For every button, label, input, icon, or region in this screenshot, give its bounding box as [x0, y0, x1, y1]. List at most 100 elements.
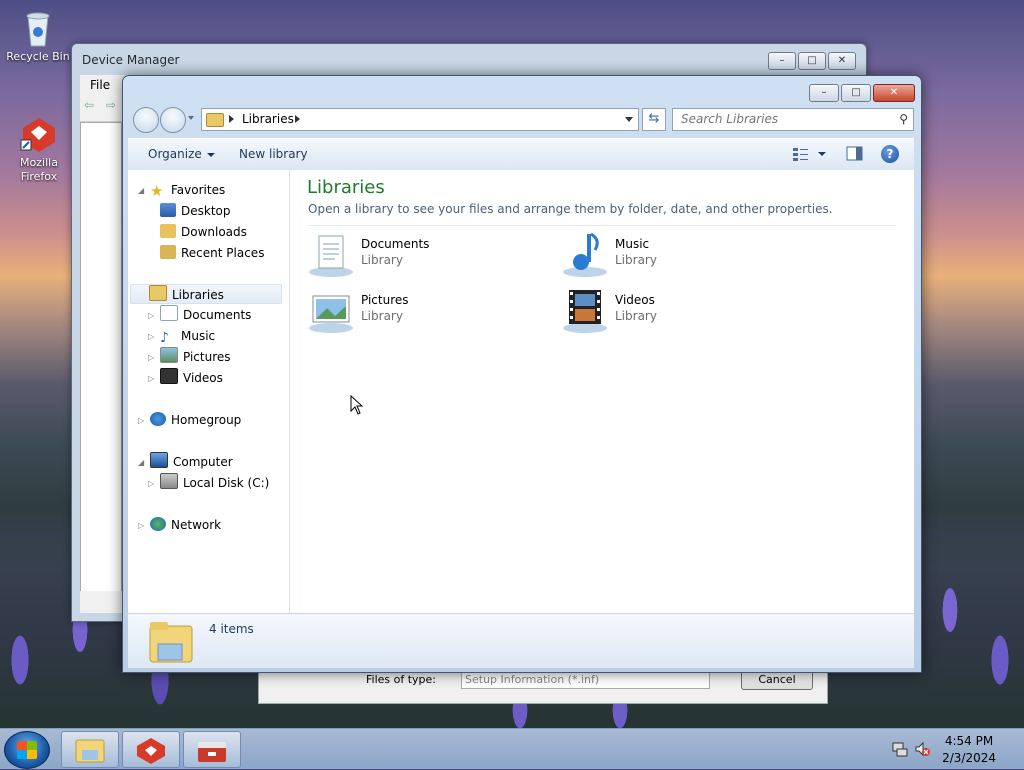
- taskbar-firefox[interactable]: [122, 731, 180, 768]
- nav-videos[interactable]: Videos: [160, 368, 223, 388]
- close-button[interactable]: ✕: [828, 52, 856, 70]
- nav-network[interactable]: Network: [150, 515, 221, 535]
- back-button[interactable]: [133, 107, 159, 133]
- nav-homegroup[interactable]: Homegroup: [150, 410, 241, 430]
- desktop-icon-firefox[interactable]: Mozilla Firefox: [4, 114, 74, 184]
- organize-caret-icon: [206, 152, 215, 157]
- nav-music[interactable]: ♪ Music: [160, 326, 215, 346]
- nav-libraries-label: Libraries: [172, 288, 224, 302]
- volume-muted-icon[interactable]: [914, 741, 930, 760]
- documents-library-icon: [307, 230, 355, 278]
- network-icon: [150, 517, 166, 531]
- chevron-right-icon[interactable]: [295, 115, 300, 123]
- chevron-right-icon[interactable]: [229, 115, 234, 123]
- minimize-button[interactable]: –: [809, 84, 839, 102]
- device-manager-title: Device Manager: [82, 53, 180, 67]
- collapse-arrow-icon[interactable]: ▷: [148, 374, 154, 383]
- forward-arrow-icon[interactable]: ⇨: [106, 98, 116, 112]
- help-icon[interactable]: ?: [881, 145, 899, 163]
- firefox-icon: [137, 738, 165, 764]
- cancel-button[interactable]: Cancel: [741, 670, 813, 690]
- recycle-bin-label: Recycle Bin: [6, 50, 70, 63]
- libraries-icon: [149, 285, 167, 301]
- minimize-button[interactable]: –: [768, 52, 796, 70]
- new-library-button[interactable]: New library: [239, 147, 308, 161]
- change-view-icon[interactable]: [792, 145, 810, 163]
- desktop-icon-recycle-bin[interactable]: Recycle Bin: [4, 8, 72, 64]
- collapse-arrow-icon[interactable]: ▷: [138, 521, 144, 530]
- close-button[interactable]: ✕: [873, 84, 915, 102]
- nav-pictures[interactable]: Pictures: [160, 347, 231, 367]
- recycle-bin-icon: [18, 8, 58, 48]
- collapse-arrow-icon[interactable]: ▷: [138, 416, 144, 425]
- network-status-icon[interactable]: [892, 741, 908, 760]
- refresh-button[interactable]: ⇆: [642, 108, 666, 131]
- nav-downloads[interactable]: Downloads: [160, 222, 247, 242]
- files-of-type-select[interactable]: Setup Information (*.inf): [461, 671, 710, 689]
- taskbar-device-manager[interactable]: [183, 731, 241, 768]
- library-music[interactable]: Music Library: [561, 230, 801, 280]
- downloads-folder-icon: [160, 224, 176, 238]
- videos-icon: [160, 368, 178, 384]
- nav-local-disk-label: Local Disk (C:): [183, 476, 270, 490]
- nav-recent-places[interactable]: Recent Places: [160, 243, 264, 263]
- library-pictures[interactable]: Pictures Library: [307, 286, 547, 336]
- view-options-chevron-down-icon[interactable]: [818, 152, 826, 156]
- collapse-arrow-icon[interactable]: ▷: [148, 332, 154, 341]
- address-dropdown-icon[interactable]: [625, 117, 633, 122]
- explorer-window[interactable]: – □ ✕ Libraries ⇆ ⚲ Organize New library…: [122, 75, 922, 673]
- star-icon: ★: [150, 182, 164, 200]
- nav-libraries[interactable]: Libraries: [130, 284, 282, 304]
- maximize-button[interactable]: □: [798, 52, 826, 70]
- preview-pane-icon[interactable]: [846, 145, 864, 163]
- clock[interactable]: 4:54 PM 2/3/2024: [942, 733, 996, 767]
- search-icon[interactable]: ⚲: [899, 112, 908, 126]
- files-of-type-label: Files of type:: [366, 673, 437, 686]
- music-icon: ♪: [160, 330, 169, 346]
- device-tree[interactable]: [80, 122, 122, 594]
- library-type: Library: [361, 253, 403, 267]
- library-videos[interactable]: Videos Library: [561, 286, 801, 336]
- search-input[interactable]: [679, 111, 888, 127]
- start-button[interactable]: [4, 731, 50, 769]
- forward-button[interactable]: [160, 107, 186, 133]
- back-arrow-icon[interactable]: ⇦: [84, 98, 94, 112]
- nav-videos-label: Videos: [183, 371, 223, 385]
- recent-pages-chevron-down-icon[interactable]: [188, 116, 194, 120]
- library-type: Library: [361, 309, 403, 323]
- nav-favorites[interactable]: ★ Favorites: [150, 180, 225, 200]
- maximize-button[interactable]: □: [841, 84, 871, 102]
- nav-desktop[interactable]: Desktop: [160, 201, 231, 221]
- expand-arrow-icon[interactable]: ◢: [138, 186, 144, 195]
- item-count: 4 items: [209, 622, 254, 636]
- menu-file[interactable]: File: [90, 78, 110, 92]
- library-name: Music: [615, 237, 650, 251]
- nav-local-disk[interactable]: Local Disk (C:): [160, 473, 269, 493]
- nav-downloads-label: Downloads: [181, 225, 247, 239]
- details-pane: 4 items: [128, 613, 914, 668]
- address-bar[interactable]: Libraries: [201, 108, 639, 131]
- firefox-icon: [19, 114, 59, 154]
- nav-documents[interactable]: Documents: [160, 305, 251, 325]
- library-type: Library: [615, 253, 657, 267]
- search-box[interactable]: ⚲: [672, 108, 914, 131]
- expand-arrow-icon[interactable]: ◢: [138, 458, 144, 467]
- folder-icon: [75, 739, 105, 763]
- collapse-arrow-icon[interactable]: ▷: [148, 311, 154, 320]
- taskbar-explorer[interactable]: [61, 731, 119, 768]
- library-documents[interactable]: Documents Library: [307, 230, 547, 280]
- breadcrumb-libraries[interactable]: Libraries: [242, 112, 294, 126]
- organize-label: Organize: [148, 147, 202, 161]
- toolbox-icon: [198, 742, 226, 762]
- firefox-label: Mozilla Firefox: [20, 156, 58, 183]
- system-tray: 4:54 PM 2/3/2024: [876, 729, 1024, 769]
- nav-computer[interactable]: Computer: [150, 452, 233, 472]
- organize-button[interactable]: Organize: [148, 147, 215, 161]
- nav-network-label: Network: [171, 518, 222, 532]
- nav-recent-places-label: Recent Places: [181, 246, 265, 260]
- collapse-arrow-icon[interactable]: ▷: [148, 479, 154, 488]
- nav-documents-label: Documents: [183, 308, 252, 322]
- pictures-icon: [160, 347, 178, 363]
- collapse-arrow-icon[interactable]: ▷: [148, 353, 154, 362]
- page-subtitle: Open a library to see your files and arr…: [308, 202, 833, 216]
